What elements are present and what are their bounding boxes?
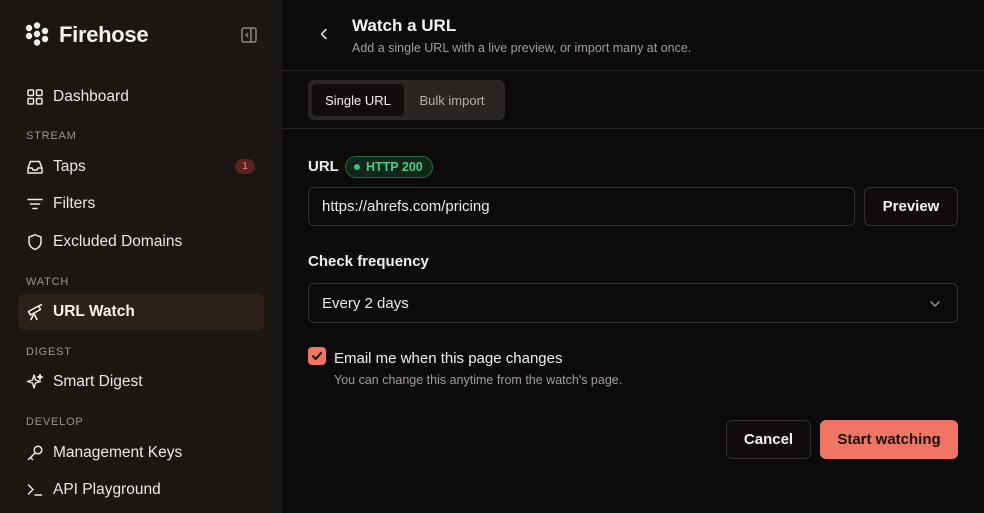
- sidebar-item-label: Smart Digest: [53, 373, 143, 390]
- sidebar-item-label: Excluded Domains: [53, 233, 183, 250]
- check-frequency-value: Every 2 days: [322, 294, 409, 312]
- telescope-icon: [27, 304, 43, 321]
- key-icon: [27, 445, 43, 461]
- email-notify-help: You can change this anytime from the wat…: [334, 373, 623, 387]
- sidebar-item-label: Taps: [53, 158, 86, 175]
- tab-bulk-import[interactable]: Bulk import: [404, 84, 500, 116]
- sidebar-item-excluded-domains[interactable]: Excluded Domains: [18, 224, 264, 260]
- check-frequency-select[interactable]: Every 2 days: [308, 283, 958, 323]
- terminal-prompt-icon: [27, 484, 43, 496]
- sidebar-item-filters[interactable]: Filters: [18, 186, 264, 222]
- main-panel: Watch a URL Add a single URL with a live…: [282, 0, 984, 513]
- sidebar-item-management-keys[interactable]: Management Keys: [18, 435, 264, 471]
- sidebar-item-api-playground[interactable]: API Playground: [18, 472, 264, 508]
- firehose-logo-icon: [25, 22, 49, 46]
- preview-button[interactable]: Preview: [864, 187, 958, 226]
- back-chevron-icon[interactable]: [316, 26, 332, 42]
- sidebar-item-url-watch[interactable]: URL Watch: [18, 294, 264, 330]
- chevron-down-icon: [930, 301, 940, 307]
- brand-name: Firehose: [59, 22, 149, 47]
- sidebar-item-label: URL Watch: [53, 303, 135, 320]
- section-label-stream: STREAM: [26, 130, 77, 142]
- section-label-digest: DIGEST: [26, 346, 72, 358]
- sidebar-item-label: Dashboard: [53, 88, 129, 105]
- mode-tabs: Single URL Bulk import: [308, 80, 505, 120]
- tabs-divider: [282, 128, 984, 129]
- dashboard-grid-icon: [27, 89, 43, 105]
- page-title: Watch a URL: [352, 16, 457, 35]
- start-watching-button[interactable]: Start watching: [820, 420, 958, 459]
- sidebar-item-label: Filters: [53, 195, 96, 212]
- sidebar-item-taps[interactable]: Taps 1: [18, 149, 264, 185]
- inbox-icon: [27, 160, 43, 174]
- cancel-button[interactable]: Cancel: [726, 420, 811, 459]
- taps-count-badge: 1: [235, 159, 255, 174]
- header-divider: [282, 70, 984, 71]
- collapse-sidebar-icon[interactable]: [240, 26, 258, 44]
- sparkle-icon: [26, 373, 44, 389]
- email-notify-checkbox[interactable]: [308, 347, 326, 365]
- brand[interactable]: Firehose: [25, 22, 149, 48]
- email-notify-label[interactable]: Email me when this page changes: [334, 350, 562, 367]
- page-subtitle: Add a single URL with a live preview, or…: [352, 41, 692, 55]
- sidebar-item-smart-digest[interactable]: Smart Digest: [18, 364, 264, 400]
- tab-single-url[interactable]: Single URL: [312, 84, 404, 116]
- sidebar-item-label: API Playground: [53, 481, 161, 498]
- url-input[interactable]: https://ahrefs.com/pricing: [308, 187, 855, 226]
- sidebar-item-label: Management Keys: [53, 444, 183, 461]
- check-frequency-label: Check frequency: [308, 253, 429, 270]
- shield-icon: [28, 234, 42, 251]
- sidebar-item-dashboard[interactable]: Dashboard: [18, 79, 264, 115]
- checkmark-icon: [312, 352, 322, 360]
- http-status-badge: HTTP 200: [345, 156, 433, 178]
- http-status-text: HTTP 200: [366, 160, 423, 174]
- filter-lines-icon: [27, 198, 43, 210]
- section-label-develop: DEVELOP: [26, 416, 84, 428]
- section-label-watch: WATCH: [26, 276, 70, 288]
- url-label: URL: [308, 158, 339, 175]
- status-dot-icon: [354, 164, 360, 170]
- sidebar: Firehose Dashboard STREAM Taps 1 Filters…: [0, 0, 282, 513]
